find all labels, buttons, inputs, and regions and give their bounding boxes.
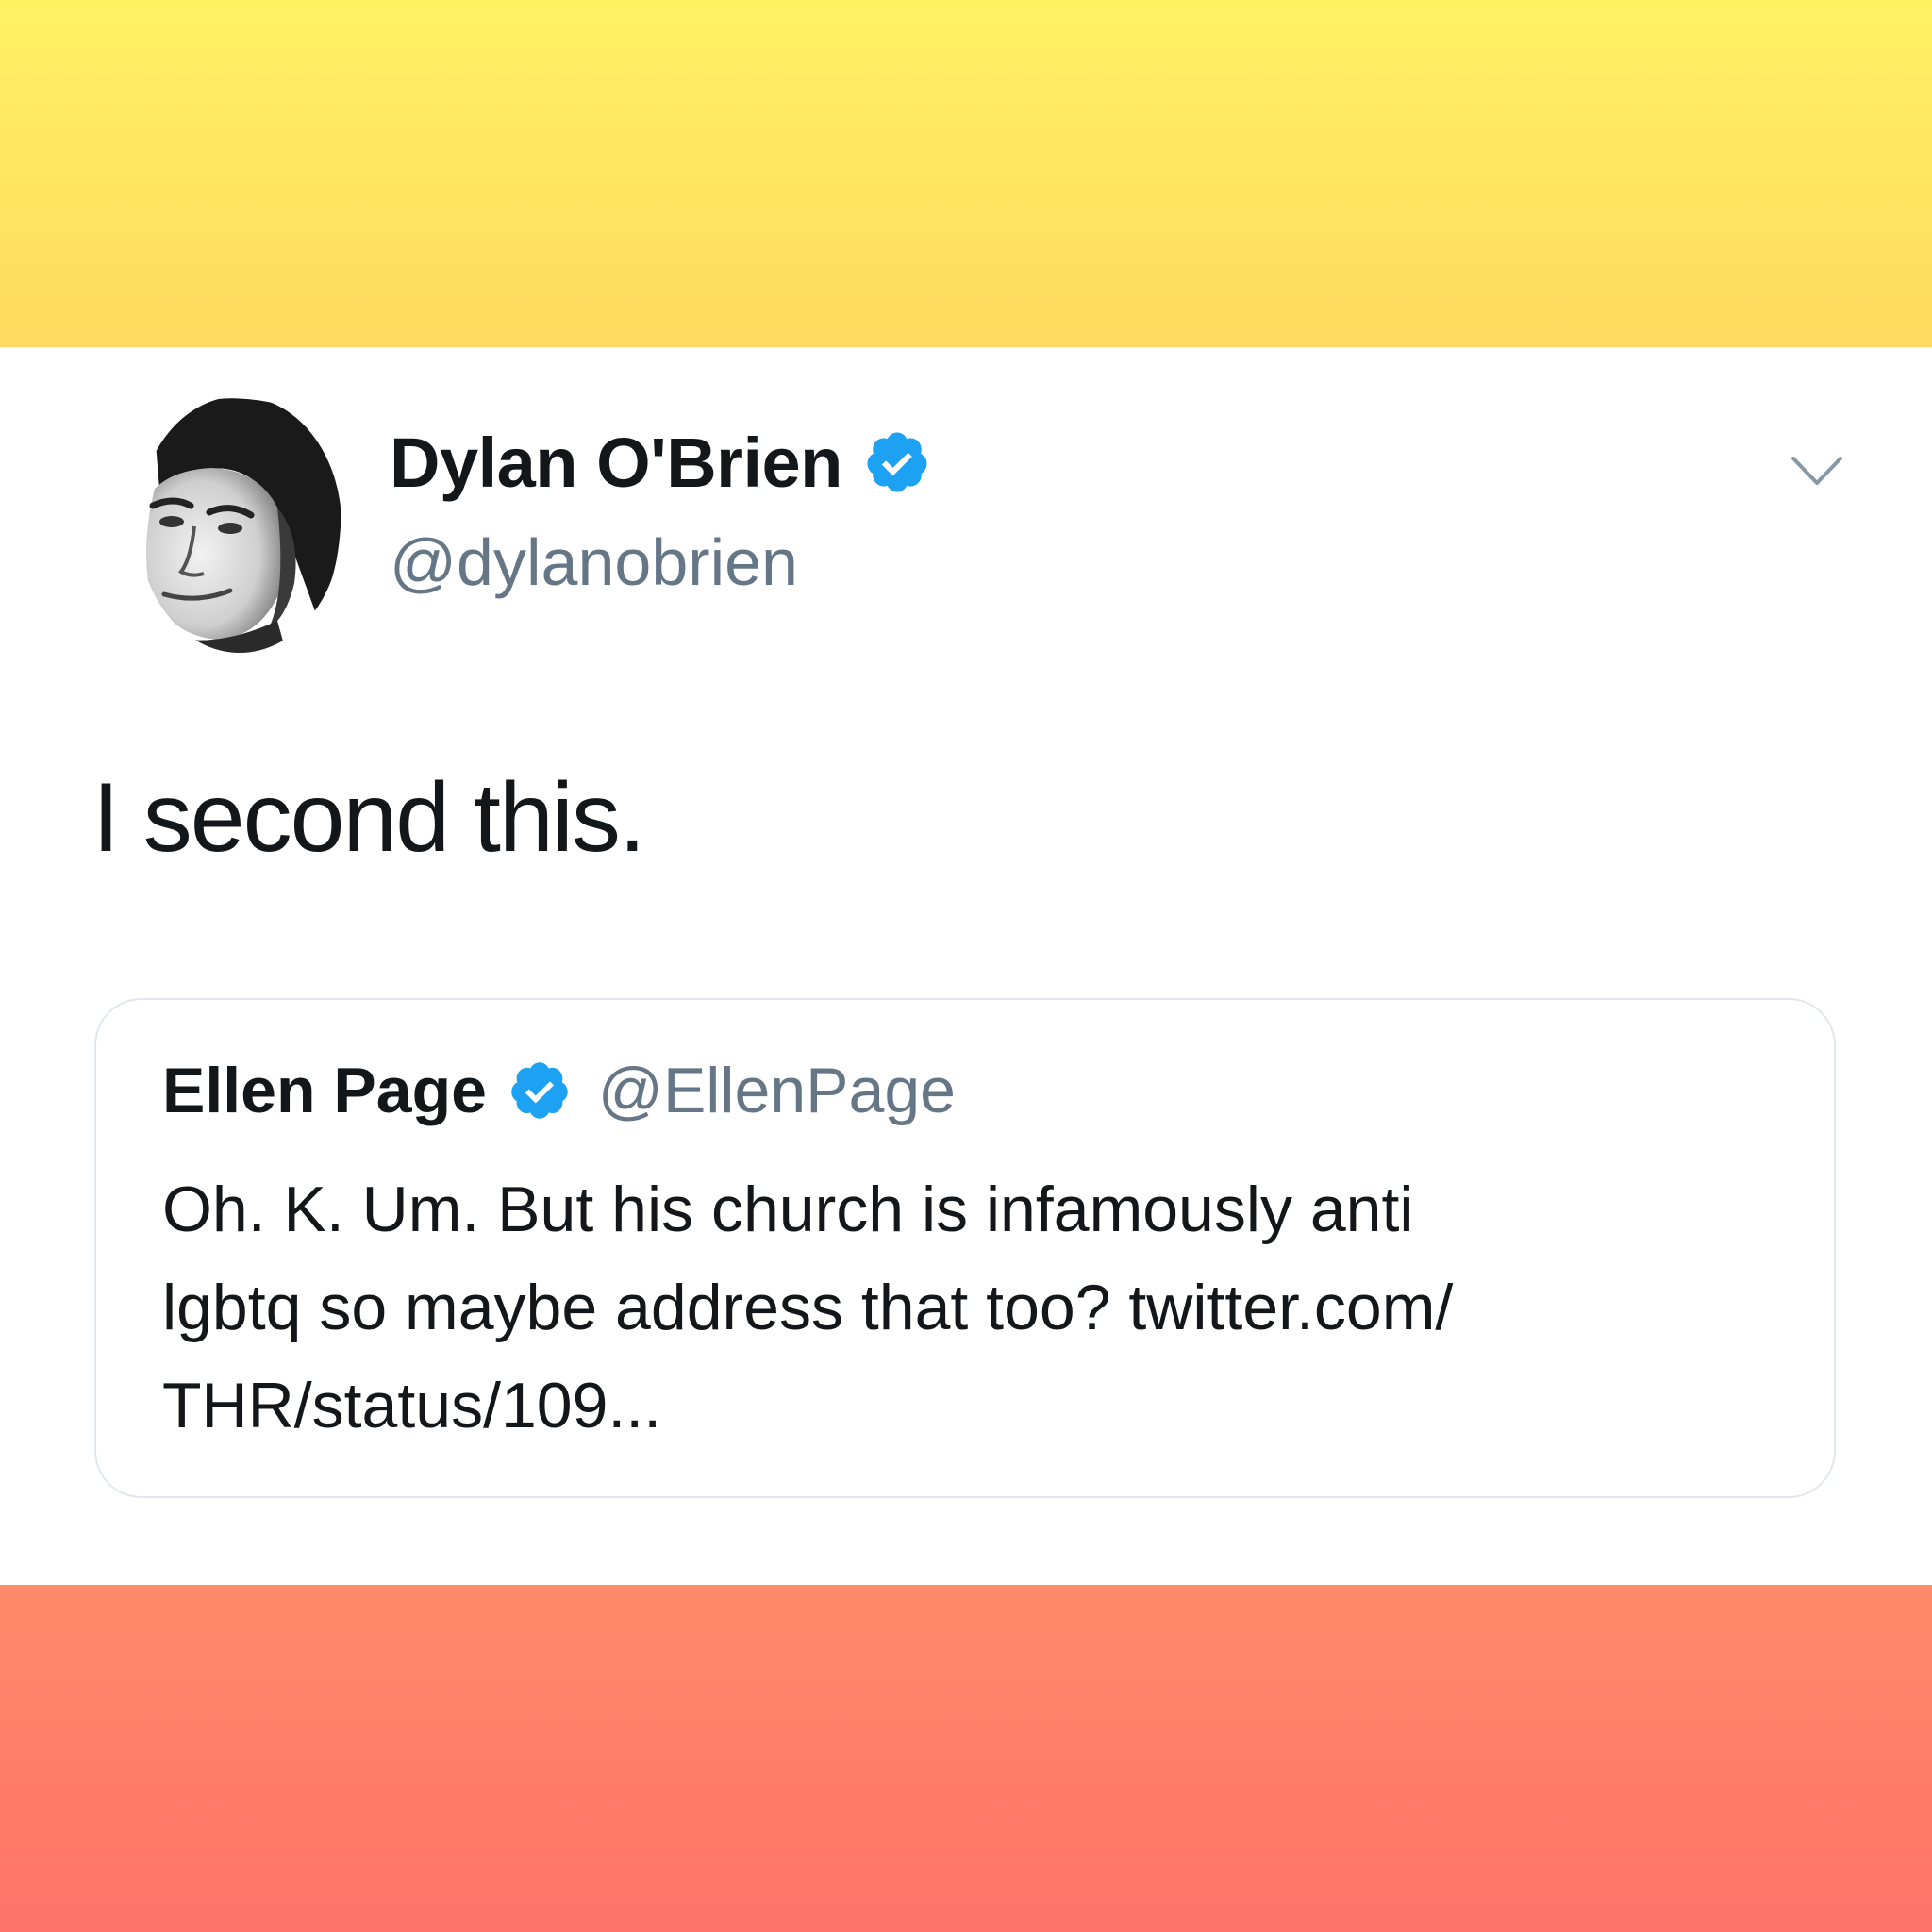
portrait-avatar-icon bbox=[138, 396, 341, 653]
quoted-tweet-text: Oh. K. Um. But his church is infamously … bbox=[162, 1160, 1785, 1455]
image-canvas: Dylan O'Brien @dylanobrien I second this… bbox=[0, 0, 1932, 1932]
author-name-row[interactable]: Dylan O'Brien bbox=[390, 423, 931, 503]
quoted-author-name: Ellen Page bbox=[162, 1055, 487, 1126]
verified-badge-icon bbox=[508, 1058, 572, 1123]
tweet-card[interactable]: Dylan O'Brien @dylanobrien I second this… bbox=[0, 347, 1932, 1585]
bottom-gradient-band bbox=[0, 1585, 1932, 1932]
verified-badge-icon bbox=[863, 428, 931, 496]
top-gradient-band bbox=[0, 0, 1932, 347]
quoted-text-line: THR/status/109... bbox=[162, 1370, 662, 1441]
quoted-author-handle: @EllenPage bbox=[597, 1055, 956, 1126]
chevron-down-icon[interactable] bbox=[1790, 453, 1843, 491]
quoted-text-line: lgbtq so maybe address that too? twitter… bbox=[162, 1272, 1454, 1343]
avatar[interactable] bbox=[136, 394, 343, 655]
author-handle[interactable]: @dylanobrien bbox=[390, 525, 798, 600]
quoted-tweet[interactable]: Ellen Page @EllenPage Oh. K. Um. But his… bbox=[94, 998, 1836, 1498]
quoted-text-line: Oh. K. Um. But his church is infamously … bbox=[162, 1174, 1414, 1245]
quoted-tweet-header: Ellen Page @EllenPage bbox=[162, 1053, 956, 1128]
author-name[interactable]: Dylan O'Brien bbox=[390, 423, 842, 503]
tweet-text: I second this. bbox=[92, 763, 646, 873]
